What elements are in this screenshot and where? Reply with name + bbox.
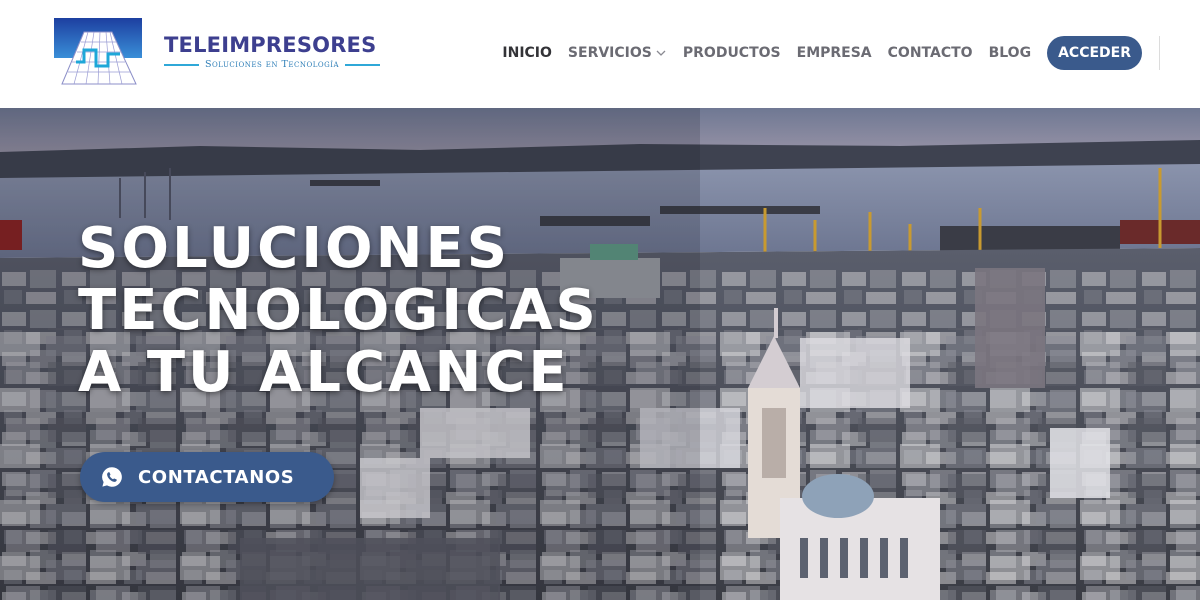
nav-item-empresa[interactable]: EMPRESA [797, 45, 872, 61]
tagline-divider-left [164, 63, 199, 66]
hero-section: SOLUCIONES TECNOLOGICAS A TU ALCANCE CON… [0, 108, 1200, 600]
nav-item-servicios-label: SERVICIOS [567, 45, 652, 61]
header-divider [1159, 36, 1160, 70]
contactanos-label: CONTACTANOS [138, 466, 295, 488]
site-header: TELEIMPRESORES Soluciones en Tecnología … [0, 0, 1200, 108]
brand-block[interactable]: TELEIMPRESORES Soluciones en Tecnología [164, 32, 381, 70]
contactanos-button[interactable]: CONTACTANOS [80, 452, 334, 502]
nav-item-servicios[interactable]: SERVICIOS [568, 45, 667, 61]
hero-title-line-1: SOLUCIONES [78, 216, 511, 281]
hero-title-line-2: TECNOLOGICAS [78, 278, 599, 343]
teleimpresores-logo[interactable] [54, 18, 142, 86]
nav-item-inicio[interactable]: INICIO [502, 45, 552, 61]
tagline-divider-right [345, 63, 381, 66]
acceder-button[interactable]: ACCEDER [1047, 36, 1142, 70]
nav-item-contacto[interactable]: CONTACTO [888, 45, 973, 61]
brand-tagline-row: Soluciones en Tecnología [164, 59, 381, 70]
nav-item-blog[interactable]: BLOG [989, 45, 1032, 61]
whatsapp-icon [102, 467, 122, 487]
hero-title: SOLUCIONES TECNOLOGICAS A TU ALCANCE [78, 218, 698, 404]
brand-tagline: Soluciones en Tecnología [204, 59, 340, 70]
main-nav: INICIO SERVICIOS PRODUCTOS EMPRESA CONTA… [502, 36, 1142, 70]
chevron-down-icon [656, 50, 666, 56]
hero-title-line-3: A TU ALCANCE [78, 340, 570, 405]
brand-name: TELEIMPRESORES [164, 33, 377, 57]
nav-item-productos[interactable]: PRODUCTOS [683, 45, 781, 61]
